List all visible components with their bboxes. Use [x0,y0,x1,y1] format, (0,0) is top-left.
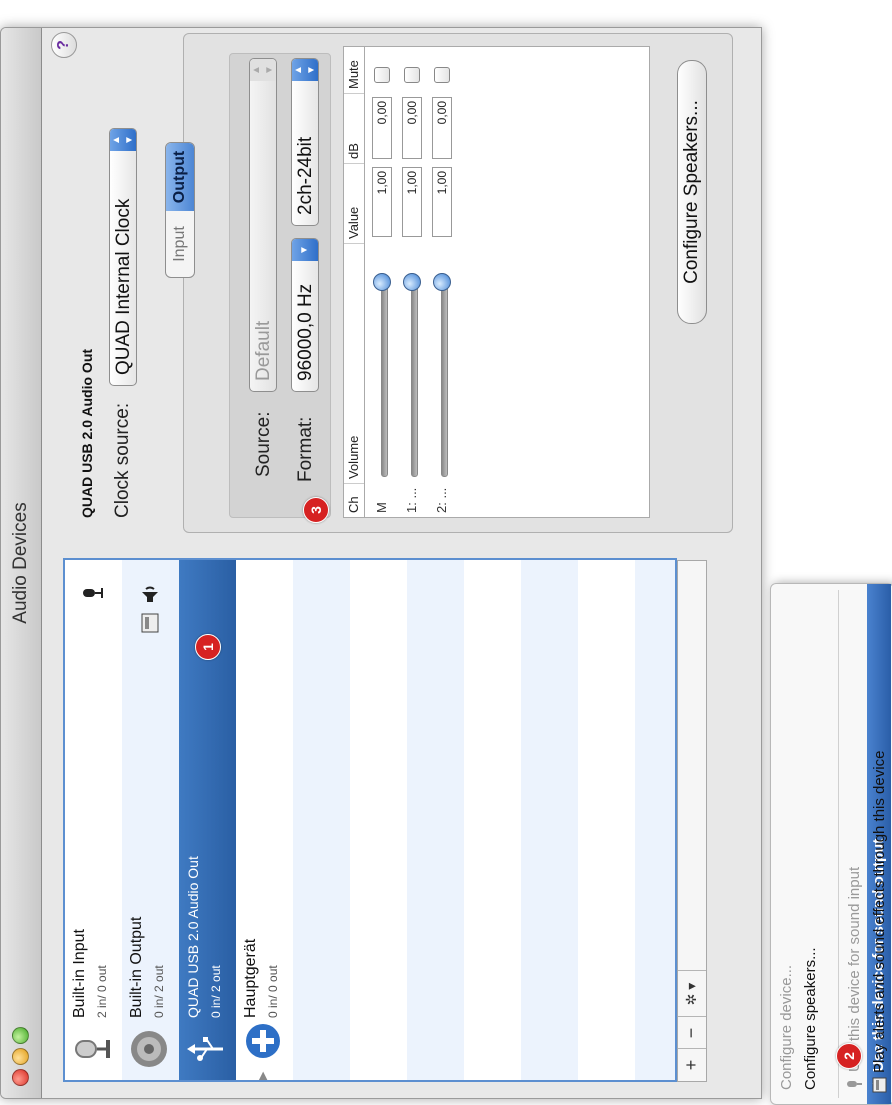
tab-output[interactable]: Output [166,143,194,211]
device-name: Built-in Input [71,929,88,1018]
channel-name: 2: ... [434,487,449,513]
source-value: Default [253,320,274,381]
empty-row [293,560,350,1080]
header-divider [364,47,365,517]
empty-row [521,560,578,1080]
alert-sound-icon [141,613,159,633]
db-field[interactable]: 0,00 [372,97,392,159]
column-header-value: Value [344,163,364,243]
empty-row [407,560,464,1080]
menu-item-configure-speakers[interactable]: Configure speakers... [799,584,823,1104]
menu-item-play-alerts[interactable]: Play alerts and sound effects through th… [868,585,892,1105]
bit-format-value: 2ch-24bit [295,136,316,215]
annotation-badge-3: 3 [303,497,329,523]
column-header-volume: Volume [344,243,364,483]
usb-icon [187,1037,223,1061]
db-field[interactable]: 0,00 [432,97,452,159]
channel-row: 1: ... 1,00 0,00 [398,47,428,517]
sample-rate-value: 96000,0 Hz [295,283,316,381]
sample-rate-popup[interactable]: 96000,0 Hz ▼ [291,238,319,392]
clock-source-value: QUAD Internal Clock [113,198,134,375]
volume-slider-knob[interactable] [403,273,421,291]
device-name: QUAD USB 2.0 Audio Out [185,856,201,1018]
menu-item-label: Play alerts and sound effects through th… [871,750,888,1073]
microphone-icon [847,1081,862,1087]
aggregate-device-plus-icon [246,1024,280,1058]
clock-source-popup[interactable]: QUAD Internal Clock ▲ ▼ [109,128,137,386]
volume-slider-track[interactable] [411,279,418,477]
mute-checkbox[interactable] [404,67,420,83]
menu-item-use-for-input[interactable]: Use this device for sound input [843,584,867,1104]
chevron-down-icon: ▼ [292,239,318,261]
volume-slider-track[interactable] [381,279,388,477]
input-output-segmented-control[interactable]: Input Output [165,142,195,278]
volume-slider-track[interactable] [441,279,448,477]
clock-source-label: Clock source: [112,402,133,518]
annotation-badge-1: 1 [195,634,221,660]
source-popup[interactable]: Default ▲ ▼ [249,58,277,392]
remove-device-button[interactable]: − [678,1016,706,1049]
microphone-icon [75,1040,110,1058]
alert-sound-icon [872,1077,887,1093]
value-field[interactable]: 1,00 [432,167,452,237]
mute-checkbox[interactable] [374,67,390,83]
title-bar: Audio Devices [1,28,42,1098]
device-io: 2 in/ 0 out [95,965,109,1018]
empty-row [578,560,635,1080]
speaker-icon [131,1031,167,1067]
format-label: Format: [295,416,316,482]
device-io: 0 in/ 2 out [209,965,223,1018]
gear-menu-button[interactable]: ✲ ▾ [678,970,706,1017]
value-field[interactable]: 1,00 [372,167,392,237]
column-header-mute: Mute [346,60,361,89]
menu-item-label: Use this device for sound input [846,866,863,1072]
audio-devices-window: Audio Devices Built-in Input 2 in/ 0 out [0,27,762,1099]
mute-checkbox[interactable] [434,67,450,83]
add-device-button[interactable]: + [678,1048,706,1081]
channel-row: M 1,00 0,00 [368,47,398,517]
disclosure-triangle-icon[interactable]: ▶ [256,1072,269,1080]
configure-speakers-button[interactable]: Configure Speakers... [677,60,707,324]
device-row-quad-usb[interactable]: QUAD USB 2.0 Audio Out 0 in/ 2 out 1 [179,560,236,1080]
device-io: 0 in/ 2 out [152,965,166,1018]
channel-row: 2: ... 1,00 0,00 [428,47,458,517]
annotation-badge-2: 2 [836,1043,862,1069]
value-field[interactable]: 1,00 [402,167,422,237]
input-microphone-icon [83,588,103,598]
menu-separator [838,590,839,1098]
popup-arrows-icon: ▲ ▼ [292,59,318,81]
help-button[interactable]: ? [51,32,77,58]
db-field[interactable]: 0,00 [402,97,422,159]
window-title: Audio Devices [10,502,31,624]
popup-arrows-icon: ▲ ▼ [110,129,136,151]
device-row-hauptgeraet[interactable]: ▶ Hauptgerät 0 in/ 0 out [236,560,293,1080]
output-speaker-icon [142,586,158,602]
popup-arrows-icon: ▲ ▼ [250,59,276,81]
device-list-toolbar: + − ✲ ▾ [677,560,707,1082]
column-header-db: dB [344,93,364,163]
channel-name: M [374,502,389,513]
tab-input[interactable]: Input [166,211,194,277]
device-io: 0 in/ 0 out [266,965,280,1018]
device-list[interactable]: Built-in Input 2 in/ 0 out Built-in Outp… [63,558,677,1082]
volume-slider-knob[interactable] [433,273,451,291]
device-name: Built-in Output [128,916,145,1018]
device-row-built-in-input[interactable]: Built-in Input 2 in/ 0 out [65,560,122,1080]
column-header-ch: Ch [344,483,364,517]
empty-row [350,560,407,1080]
empty-row [464,560,521,1080]
empty-row [635,560,677,1080]
device-name: Hauptgerät [242,938,259,1018]
source-label: Source: [253,411,274,477]
menu-item-configure-device[interactable]: Configure device... [775,584,799,1104]
channel-name: 1: ... [404,487,419,513]
channel-volume-table: Ch Volume Value dB Mute M 1,00 0,00 1: .… [343,46,650,518]
device-row-built-in-output[interactable]: Built-in Output 0 in/ 2 out [122,560,179,1080]
bit-format-popup[interactable]: 2ch-24bit ▲ ▼ [291,58,319,226]
volume-slider-knob[interactable] [373,273,391,291]
device-title: QUAD USB 2.0 Audio Out [79,348,95,518]
